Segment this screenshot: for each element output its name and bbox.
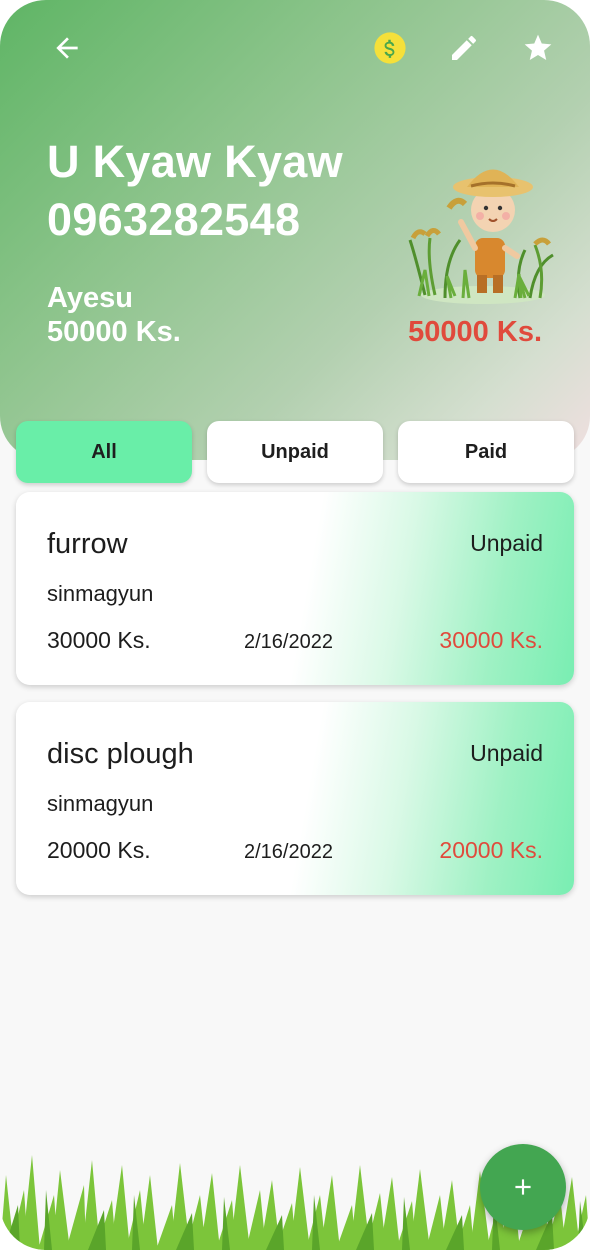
record-person: sinmagyun — [47, 581, 154, 606]
filter-tab-all[interactable]: All — [16, 421, 192, 483]
record-price: 30000 Ks. — [47, 627, 151, 653]
record-card[interactable]: disc plough Unpaid sinmagyun 20000 Ks. 2… — [16, 702, 574, 895]
farmer-illustration — [408, 169, 554, 304]
plus-icon — [515, 1179, 531, 1195]
customer-total-amount: 50000 Ks. — [408, 316, 542, 348]
add-record-button[interactable] — [480, 1144, 566, 1230]
record-date: 2/16/2022 — [244, 631, 333, 653]
record-person: sinmagyun — [47, 791, 154, 816]
pencil-icon — [452, 35, 477, 60]
record-status: Unpaid — [470, 530, 543, 556]
customer-name: U Kyaw Kyaw — [47, 136, 343, 187]
edit-button[interactable] — [442, 26, 486, 70]
record-due-amount: 30000 Ks. — [439, 627, 543, 653]
record-title: furrow — [47, 528, 128, 560]
customer-base-amount: 50000 Ks. — [47, 316, 181, 348]
record-due-amount: 20000 Ks. — [439, 837, 543, 863]
record-status: Unpaid — [470, 740, 543, 766]
customer-header: U Kyaw Kyaw 0963282548 Ayesu 50000 Ks. 5… — [0, 0, 590, 460]
filter-tab-paid[interactable]: Paid — [398, 421, 574, 483]
record-title: disc plough — [47, 738, 194, 770]
app-screen: U Kyaw Kyaw 0963282548 Ayesu 50000 Ks. 5… — [0, 0, 590, 1250]
payment-button[interactable] — [368, 26, 412, 70]
dollar-coin-icon — [374, 32, 406, 64]
filter-tab-unpaid[interactable]: Unpaid — [207, 421, 383, 483]
record-card[interactable]: furrow Unpaid sinmagyun 30000 Ks. 2/16/2… — [16, 492, 574, 685]
record-date: 2/16/2022 — [244, 841, 333, 863]
favorite-button[interactable] — [516, 26, 560, 70]
customer-phone: 0963282548 — [47, 194, 301, 245]
customer-village: Ayesu — [47, 282, 133, 314]
record-price: 20000 Ks. — [47, 837, 151, 863]
arrow-left-icon — [56, 37, 78, 59]
back-button[interactable] — [45, 26, 89, 70]
star-icon — [524, 34, 552, 60]
